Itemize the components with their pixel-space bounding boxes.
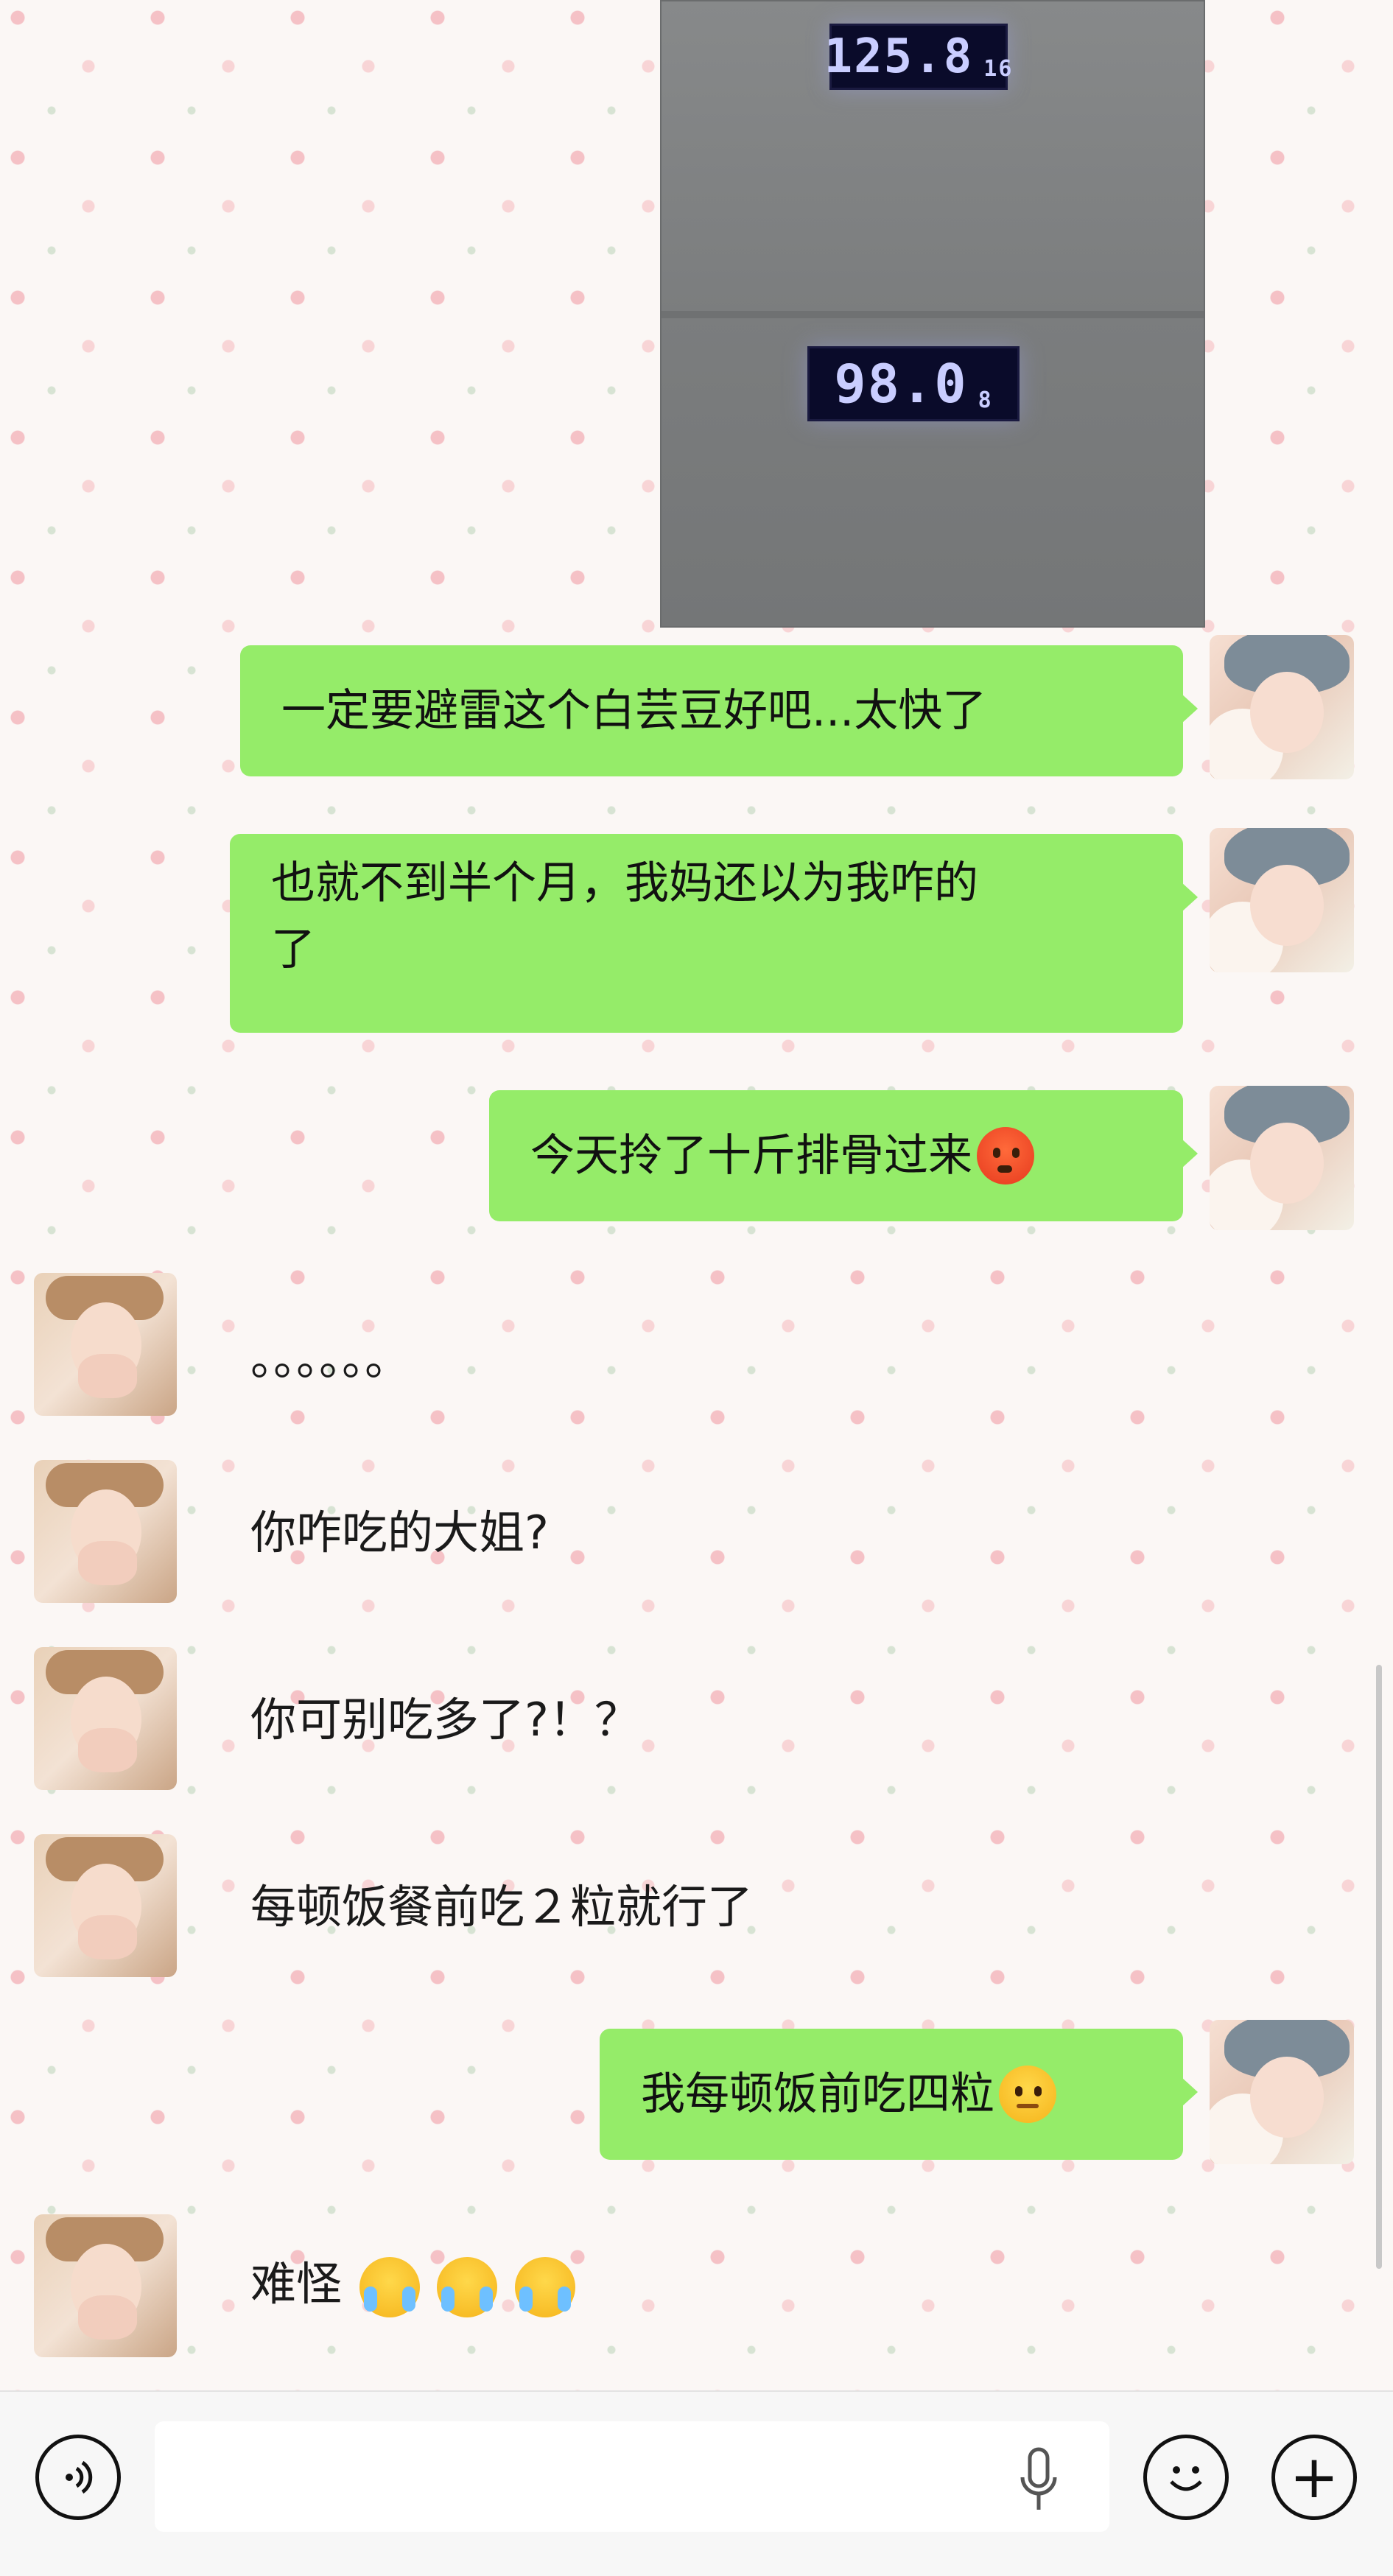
emoji-icon xyxy=(1170,2466,1202,2491)
self-avatar[interactable] xyxy=(1210,635,1354,779)
message-text-received[interactable]: 。。。。。。 xyxy=(250,1326,410,1392)
scale-display-bottom: 98.0 8 xyxy=(807,346,1020,421)
contact-avatar[interactable] xyxy=(34,1460,177,1603)
message-text-line1: 也就不到半个月，我妈还以为我咋的 xyxy=(271,857,978,909)
contact-avatar[interactable] xyxy=(34,1273,177,1416)
message-text: 一定要避雷这个白芸豆好吧...太快了 xyxy=(281,685,987,737)
hot-face-emoji-icon xyxy=(977,1127,1034,1185)
scale-reading-bottom: 98.0 xyxy=(834,353,968,415)
crying-face-emoji-icon xyxy=(515,2256,576,2317)
voice-mode-icon xyxy=(66,2460,93,2494)
message-text-received[interactable]: 每顿饭餐前吃２粒就行了 xyxy=(250,1874,753,1940)
contact-avatar[interactable] xyxy=(34,2214,177,2357)
crying-face-emoji-icon xyxy=(359,2256,420,2317)
message-text-line2: 了 xyxy=(271,924,315,975)
contact-avatar[interactable] xyxy=(34,1834,177,1977)
message-text: 今天拎了十斤排骨过来 xyxy=(530,1130,972,1182)
input-bar: + xyxy=(0,2390,1393,2576)
emoji-button[interactable] xyxy=(1143,2435,1229,2520)
more-options-button[interactable]: + xyxy=(1271,2435,1357,2520)
voice-mode-button[interactable] xyxy=(35,2435,121,2520)
scrollbar[interactable] xyxy=(1376,1665,1382,2269)
message-text: 难怪 xyxy=(250,2257,343,2311)
scale-divider xyxy=(662,311,1204,318)
scale-small-top: 16 xyxy=(983,56,1014,82)
message-text-received[interactable]: 难怪 xyxy=(250,2251,576,2317)
message-text-received[interactable]: 你可别吃多了?！？ xyxy=(250,1687,640,1753)
self-avatar[interactable] xyxy=(1210,828,1354,972)
message-bubble-sent[interactable]: 一定要避雷这个白芸豆好吧...太快了 xyxy=(240,645,1198,776)
scale-small-bottom: 8 xyxy=(978,387,993,413)
scale-photo-image[interactable]: 125.8 16 98.0 8 xyxy=(660,0,1205,628)
message-bubble-sent[interactable]: 今天拎了十斤排骨过来 xyxy=(489,1090,1198,1221)
message-text-received[interactable]: 你咋吃的大姐? xyxy=(250,1500,549,1566)
contact-avatar[interactable] xyxy=(34,1647,177,1790)
microphone-icon[interactable] xyxy=(1017,2445,1061,2516)
plus-icon: + xyxy=(1289,2443,1339,2511)
smirk-emoji-icon xyxy=(999,2066,1056,2123)
message-text: 我每顿饭前吃四粒 xyxy=(641,2068,994,2120)
message-bubble-sent[interactable]: 我每顿饭前吃四粒 xyxy=(600,2029,1198,2160)
crying-face-emoji-icon xyxy=(437,2256,498,2317)
scale-reading-top: 125.8 xyxy=(824,29,974,84)
self-avatar[interactable] xyxy=(1210,1086,1354,1230)
self-avatar[interactable] xyxy=(1210,2020,1354,2164)
message-input[interactable] xyxy=(155,2421,1109,2532)
scale-display-top: 125.8 16 xyxy=(824,24,1011,90)
message-bubble-sent[interactable]: 也就不到半个月，我妈还以为我咋的 了 xyxy=(230,834,1198,1033)
